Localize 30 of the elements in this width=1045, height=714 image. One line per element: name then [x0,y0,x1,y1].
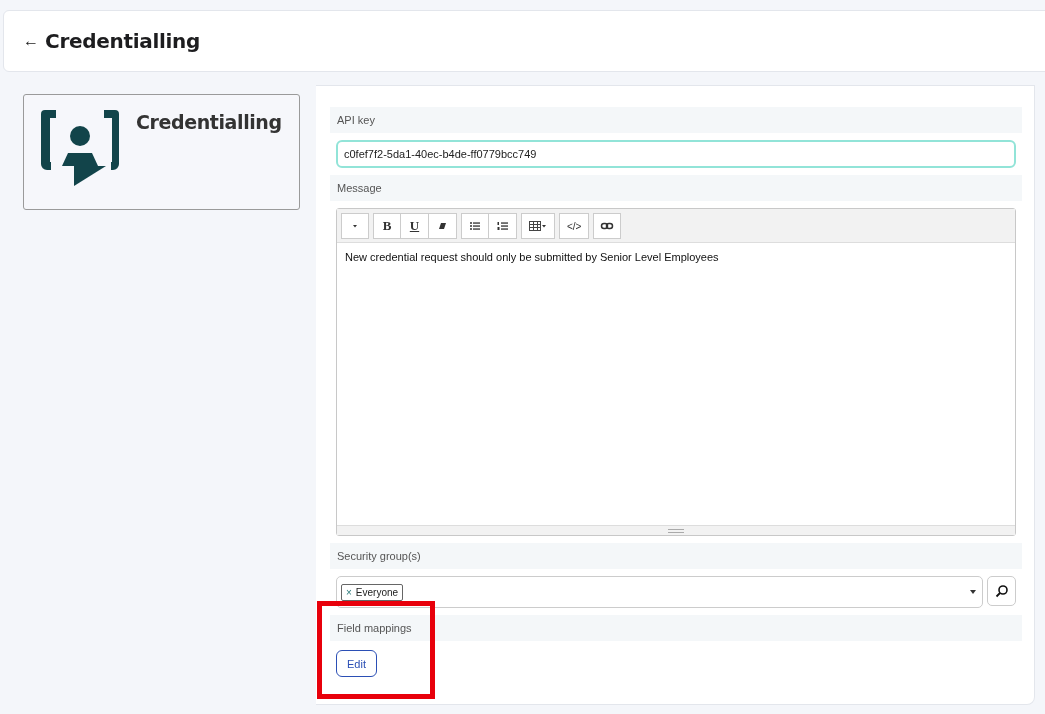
search-button[interactable] [987,576,1016,606]
numbers-button[interactable] [489,213,517,239]
section-header: API key [330,107,1022,133]
section-header: Field mappings [330,615,1022,641]
underline-button[interactable]: U [401,213,429,239]
remove-tag-button[interactable]: × [346,586,352,598]
app-name: Credentialling [136,111,282,135]
message-text: New credential request should only be submitted by Senior Level Employees [345,251,719,263]
bold-button[interactable]: B [373,213,401,239]
bullets-button[interactable] [461,213,489,239]
eraser-button[interactable] [429,213,457,239]
search-icon [994,584,1009,598]
tag-chip: × Everyone [341,583,404,601]
edit-button[interactable]: Edit [336,650,377,677]
bullet-list-icon [468,219,482,233]
resize-handle-icon[interactable] [668,528,684,533]
app-card[interactable]: Credentialling [23,94,300,210]
back-button[interactable]: ← [23,32,39,50]
link-button[interactable] [593,213,622,239]
section-header: Message [330,175,1022,201]
rich-text-editor[interactable]: B U </> New credential request should only be submitted by Senior Level Employees [336,208,1016,536]
code-button[interactable]: </> [559,213,590,239]
table-button[interactable] [521,213,555,239]
section-header: Security group(s) [330,543,1022,569]
table-icon [528,219,548,233]
api-key-field[interactable]: c0fef7f2-5da1-40ec-b4de-ff0779bcc749 [336,140,1016,168]
caret-icon [970,590,976,594]
page-title: Credentialling [45,29,201,53]
security-group-select[interactable]: × Everyone [336,576,983,608]
numbered-list-icon [495,219,510,233]
